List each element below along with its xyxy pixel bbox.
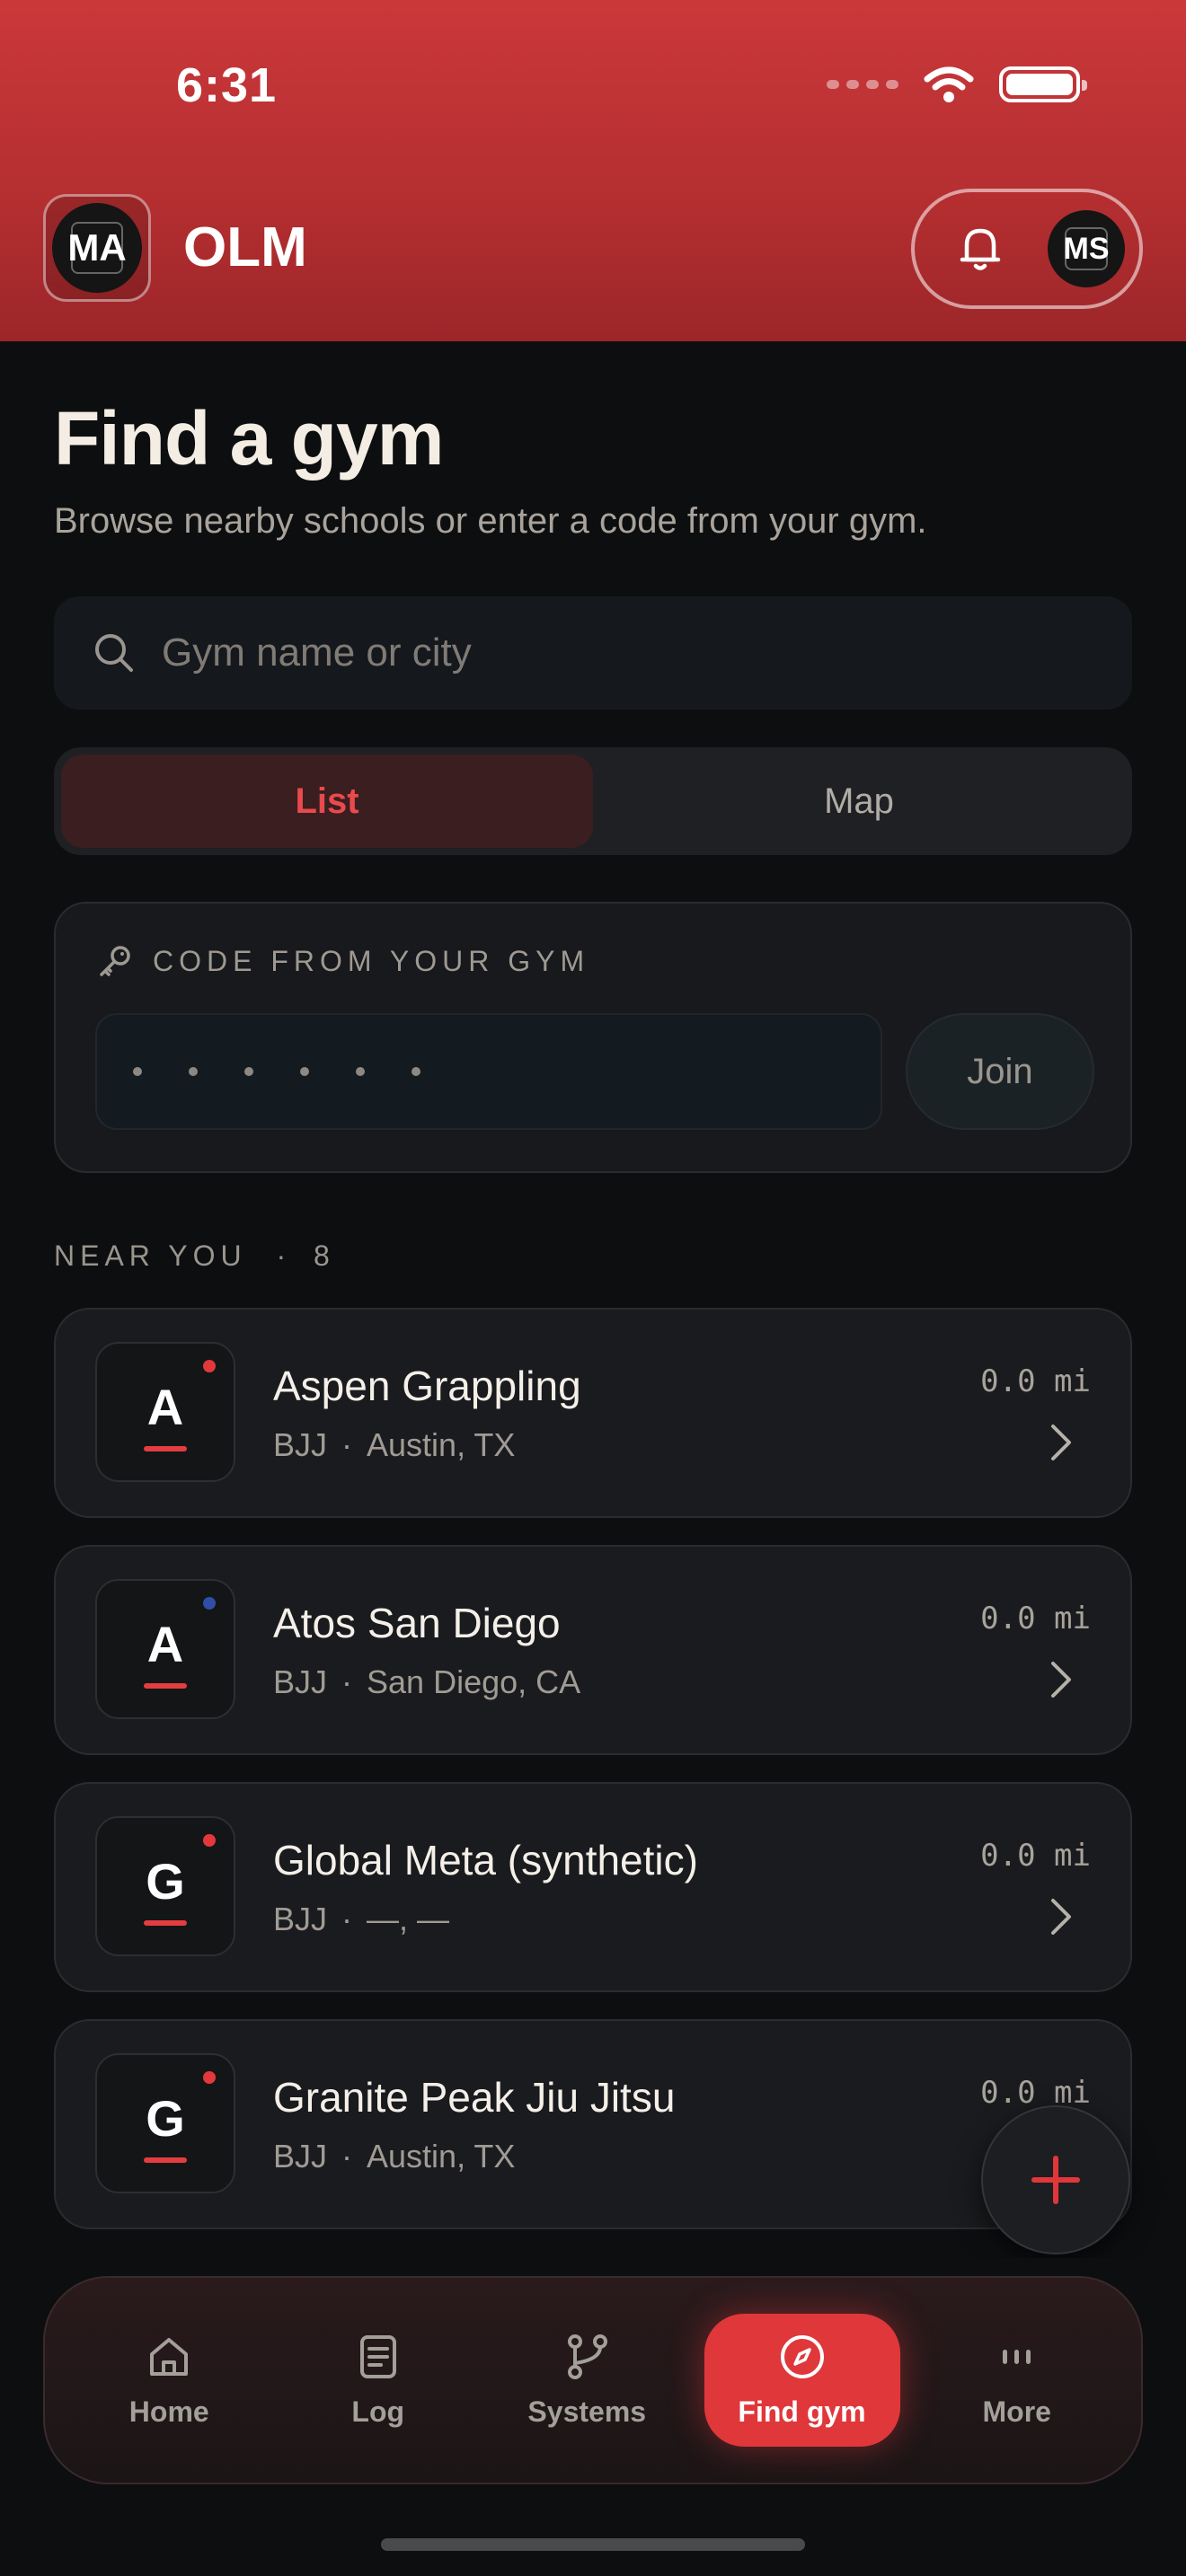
view-toggle: List Map	[54, 747, 1132, 855]
status-indicators	[827, 65, 1087, 104]
near-you-separator: ·	[276, 1239, 292, 1272]
near-you-header: NEAR YOU · 8	[54, 1239, 335, 1273]
app-avatar-initials: MA	[67, 226, 127, 269]
app-avatar: MA	[52, 203, 142, 293]
gym-distance: 0.0 mi	[980, 2075, 1091, 2111]
page-title: Find a gym	[54, 396, 444, 481]
compass-icon	[780, 2334, 824, 2378]
app-avatar-button[interactable]: MA	[43, 194, 151, 302]
gym-logo-letter: A	[146, 1378, 184, 1435]
tab-home[interactable]: Home	[65, 2314, 274, 2447]
app-header: 6:31 MA OLM MS	[0, 0, 1186, 341]
gym-status-dot	[203, 1360, 216, 1372]
tab-more-label: More	[982, 2395, 1051, 2428]
gym-distance: 0.0 mi	[980, 1601, 1091, 1636]
page-subtitle: Browse nearby schools or enter a code fr…	[54, 501, 927, 541]
tab-log-label: Log	[351, 2395, 405, 2428]
branch-icon	[568, 2333, 608, 2379]
cellular-signal-icon	[827, 80, 898, 89]
gym-name: Aspen Grappling	[273, 1363, 581, 1409]
bottom-tab-bar: Home Log Systems Find gym More	[43, 2276, 1143, 2484]
gym-name: Granite Peak Jiu Jitsu	[273, 2074, 676, 2121]
tab-log[interactable]: Log	[274, 2314, 483, 2447]
gym-logo: A	[95, 1342, 235, 1482]
gym-name: Global Meta (synthetic)	[273, 1837, 698, 1883]
gym-logo-letter: G	[146, 2089, 185, 2147]
tab-find-gym-label: Find gym	[738, 2395, 866, 2428]
tab-map[interactable]: Map	[593, 754, 1125, 848]
gym-logo: G	[95, 2053, 235, 2193]
tab-list[interactable]: List	[61, 754, 593, 848]
tab-systems[interactable]: Systems	[482, 2314, 692, 2447]
home-indicator	[381, 2538, 805, 2551]
tab-find-gym[interactable]: Find gym	[704, 2314, 900, 2447]
gym-status-dot	[203, 1834, 216, 1847]
search-icon	[95, 634, 133, 672]
gym-name: Atos San Diego	[273, 1600, 561, 1646]
join-button[interactable]: Join	[906, 1013, 1094, 1130]
tab-home-label: Home	[128, 2395, 209, 2428]
chevron-right-icon	[1051, 1662, 1071, 1698]
gym-meta: BJJ · Austin, TX	[273, 2138, 516, 2175]
status-time: 6:31	[176, 58, 278, 112]
gym-logo-letter: A	[146, 1615, 184, 1672]
chevron-right-icon	[1051, 1899, 1071, 1935]
gym-logo-letter: G	[146, 1852, 185, 1910]
gym-code-card: CODE FROM YOUR GYM Join	[54, 902, 1132, 1173]
home-icon	[150, 2337, 189, 2376]
gym-meta: BJJ · —, —	[273, 1901, 450, 1937]
plus-icon	[1031, 2156, 1080, 2204]
gym-distance: 0.0 mi	[980, 1363, 1091, 1399]
more-icon	[1002, 2349, 1031, 2364]
search-input[interactable]	[162, 631, 1060, 675]
header-actions: MS	[911, 189, 1143, 309]
tab-systems-label: Systems	[527, 2395, 647, 2428]
tab-more[interactable]: More	[913, 2314, 1122, 2447]
gym-meta: BJJ · Austin, TX	[273, 1426, 516, 1463]
gym-card[interactable]: G Global Meta (synthetic) BJJ · —, — 0.0 m…	[54, 1782, 1132, 1992]
gym-meta: BJJ · San Diego, CA	[273, 1663, 581, 1700]
battery-icon	[999, 66, 1087, 102]
near-you-count: 8	[314, 1239, 335, 1272]
gym-status-dot	[203, 1597, 216, 1610]
user-avatar-initials: MS	[1063, 231, 1110, 266]
gym-logo: G	[95, 1816, 235, 1956]
wifi-icon	[924, 66, 974, 102]
code-label-text: CODE FROM YOUR GYM	[153, 944, 590, 977]
chevron-right-icon	[1051, 1425, 1071, 1460]
search-bar[interactable]	[54, 596, 1132, 710]
user-avatar[interactable]: MS	[1048, 210, 1125, 287]
log-icon	[359, 2334, 396, 2378]
add-button[interactable]	[981, 2105, 1130, 2254]
gym-card[interactable]: G Granite Peak Jiu Jitsu BJJ · Austin, TX …	[54, 2019, 1132, 2229]
gym-code-input[interactable]	[95, 1013, 882, 1130]
app-title: OLM	[183, 216, 307, 278]
code-label: CODE FROM YOUR GYM	[97, 943, 589, 979]
bell-icon[interactable]	[958, 224, 1003, 274]
key-icon	[100, 946, 130, 976]
gym-card[interactable]: A Aspen Grappling BJJ · Austin, TX 0.0 mi	[54, 1308, 1132, 1518]
gym-logo: A	[95, 1579, 235, 1719]
near-you-label: NEAR YOU	[54, 1239, 247, 1272]
gym-status-dot	[203, 2071, 216, 2084]
gym-card[interactable]: A Atos San Diego BJJ · San Diego, CA 0.0 m…	[54, 1545, 1132, 1755]
gym-distance: 0.0 mi	[980, 1838, 1091, 1874]
